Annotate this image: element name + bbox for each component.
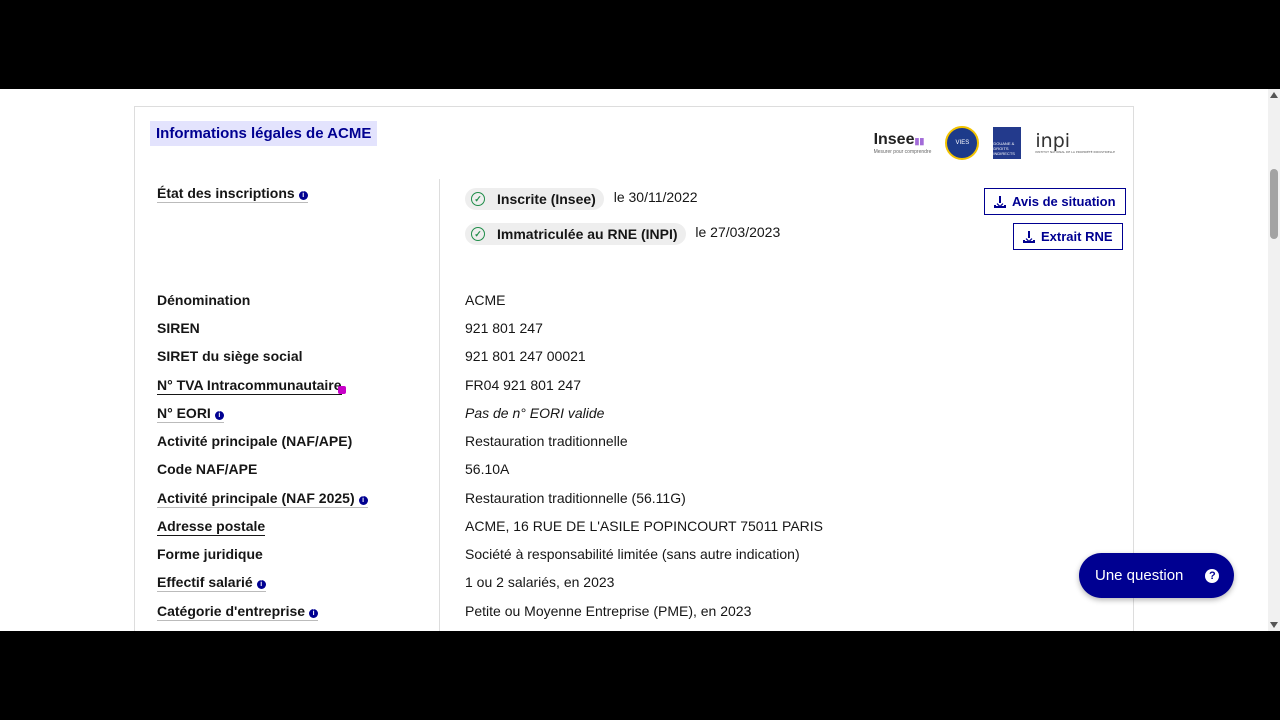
field-label-effectif[interactable]: Effectif salarié i <box>157 574 266 592</box>
field-label-naf-2025[interactable]: Activité principale (NAF 2025) i <box>157 490 368 508</box>
info-icon[interactable]: i <box>309 609 319 618</box>
field-label-siren: SIREN <box>157 320 200 336</box>
field-value-forme-juridique: Société à responsabilité limitée (sans a… <box>465 546 800 562</box>
extrait-rne-button[interactable]: Extrait RNE <box>1013 223 1123 250</box>
field-label-adresse[interactable]: Adresse postale <box>157 518 266 536</box>
card-title: Informations légales de ACME <box>150 121 378 146</box>
field-label-tva[interactable]: N° TVA Intracommunautaire <box>157 377 342 395</box>
status-badge: ✓ Immatriculée au RNE (INPI) <box>465 223 686 245</box>
insee-logo: Insee▮▮ Mesurer pour comprendre <box>873 130 932 155</box>
inpi-logo: inpi INSTITUT NATIONAL DE LA PROPRIÉTÉ I… <box>1035 130 1115 154</box>
field-value-code-naf: 56.10A <box>465 461 510 477</box>
insee-bars-icon: ▮▮ <box>914 135 925 146</box>
field-value-tva: FR04 921 801 247 <box>465 377 581 393</box>
help-button-label: Une question <box>1095 567 1184 584</box>
field-value-effectif: 1 ou 2 salariés, en 2023 <box>465 574 615 590</box>
field-label-forme-juridique: Forme juridique <box>157 546 263 562</box>
field-value-adresse: ACME, 16 RUE DE L'ASILE POPINCOURT 75011… <box>465 518 823 534</box>
mouse-cursor <box>338 386 346 394</box>
field-value-naf-2025: Restauration traditionnelle (56.11G) <box>465 490 686 506</box>
download-icon <box>994 195 1006 208</box>
download-icon <box>1023 230 1035 243</box>
status-badge: ✓ Inscrite (Insee) <box>465 188 604 210</box>
field-value-siren: 921 801 247 <box>465 320 543 336</box>
info-icon[interactable]: i <box>256 580 266 589</box>
inscription-row: ✓ Immatriculée au RNE (INPI) le 27/03/202… <box>465 223 780 245</box>
question-icon: ? <box>1205 568 1220 583</box>
field-value-naf-ape: Restauration traditionnelle <box>465 433 628 449</box>
field-label-eori[interactable]: N° EORI i <box>157 405 224 423</box>
column-divider <box>439 179 440 631</box>
field-label-siret: SIRET du siège social <box>157 348 303 364</box>
vies-logo: VIES <box>945 126 980 160</box>
help-question-button[interactable]: Une question ? <box>1079 553 1234 598</box>
field-label-denomination: Dénomination <box>157 292 251 308</box>
field-value-categorie: Petite ou Moyenne Entreprise (PME), en 2… <box>465 603 752 619</box>
source-logos: Insee▮▮ Mesurer pour comprendre VIES DOU… <box>874 123 1115 163</box>
avis-situation-button[interactable]: Avis de situation <box>984 188 1126 215</box>
scroll-down-icon[interactable] <box>1270 622 1278 628</box>
inscription-row: ✓ Inscrite (Insee) le 30/11/2022 <box>465 188 698 210</box>
info-icon[interactable]: i <box>358 496 368 505</box>
info-icon[interactable]: i <box>298 191 308 200</box>
field-value-denomination: ACME <box>465 292 506 308</box>
info-icon[interactable]: i <box>214 411 224 420</box>
field-label-categorie[interactable]: Catégorie d'entreprise i <box>157 603 319 621</box>
legal-info-card: Informations légales de ACME Insee▮▮ Mes… <box>134 106 1134 631</box>
field-label-code-naf: Code NAF/APE <box>157 461 258 477</box>
field-label-naf-ape: Activité principale (NAF/APE) <box>157 433 353 449</box>
check-circle-icon: ✓ <box>471 192 485 206</box>
vertical-scrollbar[interactable] <box>1268 89 1280 631</box>
inscriptions-label[interactable]: État des inscriptions i <box>157 185 308 203</box>
scroll-up-icon[interactable] <box>1270 92 1278 98</box>
field-value-siret: 921 801 247 00021 <box>465 348 586 364</box>
field-value-eori: Pas de n° EORI valide <box>465 405 605 421</box>
douane-logo: DOUANE & DROITS INDIRECTS <box>993 127 1022 159</box>
page-viewport: Informations légales de ACME Insee▮▮ Mes… <box>0 89 1280 631</box>
check-circle-icon: ✓ <box>471 227 485 241</box>
scroll-thumb[interactable] <box>1270 169 1278 239</box>
